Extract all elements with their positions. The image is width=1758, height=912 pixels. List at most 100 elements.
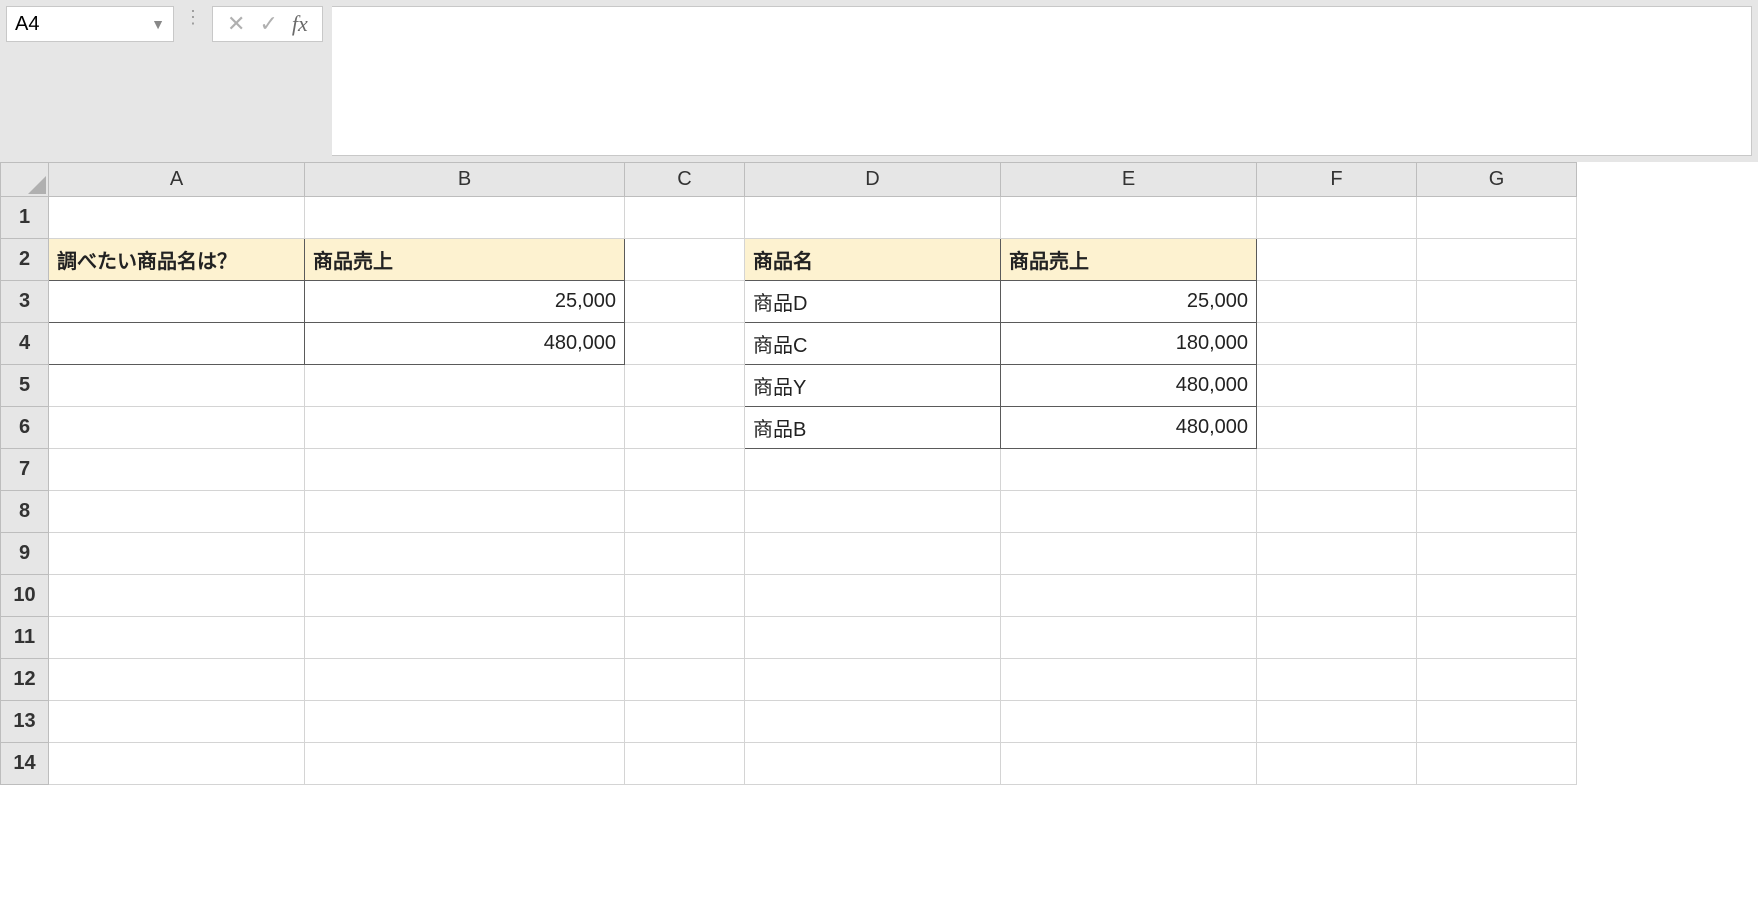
cell-D8[interactable]	[745, 491, 1001, 533]
cell-D9[interactable]	[745, 533, 1001, 575]
cell-B4[interactable]: 480,000	[305, 323, 625, 365]
cell-A6[interactable]	[49, 407, 305, 449]
cell-C4[interactable]	[625, 323, 745, 365]
cell-F3[interactable]	[1257, 281, 1417, 323]
cell-G13[interactable]	[1417, 701, 1577, 743]
fx-icon[interactable]: fx	[292, 11, 308, 37]
col-header-C[interactable]: C	[625, 163, 745, 197]
cell-E2[interactable]: 商品売上	[1001, 239, 1257, 281]
cell-D1[interactable]	[745, 197, 1001, 239]
cell-B2[interactable]: 商品売上	[305, 239, 625, 281]
cell-E11[interactable]	[1001, 617, 1257, 659]
cell-A8[interactable]	[49, 491, 305, 533]
row-header-11[interactable]: 11	[1, 617, 49, 659]
row-header-13[interactable]: 13	[1, 701, 49, 743]
cell-C12[interactable]	[625, 659, 745, 701]
cell-C2[interactable]	[625, 239, 745, 281]
cell-B12[interactable]	[305, 659, 625, 701]
cell-C5[interactable]	[625, 365, 745, 407]
cell-D7[interactable]	[745, 449, 1001, 491]
cell-E6[interactable]: 480,000	[1001, 407, 1257, 449]
cell-G14[interactable]	[1417, 743, 1577, 785]
cell-G3[interactable]	[1417, 281, 1577, 323]
cell-D12[interactable]	[745, 659, 1001, 701]
select-all-corner[interactable]	[1, 163, 49, 197]
cell-F14[interactable]	[1257, 743, 1417, 785]
col-header-G[interactable]: G	[1417, 163, 1577, 197]
row-header-12[interactable]: 12	[1, 659, 49, 701]
row-header-6[interactable]: 6	[1, 407, 49, 449]
cell-A14[interactable]	[49, 743, 305, 785]
cell-C11[interactable]	[625, 617, 745, 659]
cell-F5[interactable]	[1257, 365, 1417, 407]
cell-A9[interactable]	[49, 533, 305, 575]
row-header-2[interactable]: 2	[1, 239, 49, 281]
row-header-3[interactable]: 3	[1, 281, 49, 323]
grid[interactable]: A B C D E F G 1 2	[0, 162, 1577, 785]
cell-D5[interactable]: 商品Y	[745, 365, 1001, 407]
cell-G1[interactable]	[1417, 197, 1577, 239]
cell-G8[interactable]	[1417, 491, 1577, 533]
cell-E13[interactable]	[1001, 701, 1257, 743]
col-header-A[interactable]: A	[49, 163, 305, 197]
cell-A13[interactable]	[49, 701, 305, 743]
name-box-input[interactable]	[15, 13, 165, 36]
cell-E1[interactable]	[1001, 197, 1257, 239]
cell-A1[interactable]	[49, 197, 305, 239]
cell-G6[interactable]	[1417, 407, 1577, 449]
col-header-B[interactable]: B	[305, 163, 625, 197]
cell-F12[interactable]	[1257, 659, 1417, 701]
row-header-8[interactable]: 8	[1, 491, 49, 533]
cell-B3[interactable]: 25,000	[305, 281, 625, 323]
cell-D10[interactable]	[745, 575, 1001, 617]
cell-C9[interactable]	[625, 533, 745, 575]
cell-B14[interactable]	[305, 743, 625, 785]
cell-A3[interactable]	[49, 281, 305, 323]
cell-A11[interactable]	[49, 617, 305, 659]
cell-B11[interactable]	[305, 617, 625, 659]
cell-D2[interactable]: 商品名	[745, 239, 1001, 281]
cell-F7[interactable]	[1257, 449, 1417, 491]
col-header-F[interactable]: F	[1257, 163, 1417, 197]
cell-E5[interactable]: 480,000	[1001, 365, 1257, 407]
cell-B9[interactable]	[305, 533, 625, 575]
cell-E4[interactable]: 180,000	[1001, 323, 1257, 365]
cell-E12[interactable]	[1001, 659, 1257, 701]
cell-C10[interactable]	[625, 575, 745, 617]
cell-A12[interactable]	[49, 659, 305, 701]
cell-B6[interactable]	[305, 407, 625, 449]
cell-B1[interactable]	[305, 197, 625, 239]
cell-F8[interactable]	[1257, 491, 1417, 533]
cell-B13[interactable]	[305, 701, 625, 743]
cell-C14[interactable]	[625, 743, 745, 785]
cell-G5[interactable]	[1417, 365, 1577, 407]
cell-F2[interactable]	[1257, 239, 1417, 281]
name-box[interactable]: ▼	[6, 6, 174, 42]
confirm-icon[interactable]: ✓	[259, 13, 277, 35]
cell-B5[interactable]	[305, 365, 625, 407]
cell-A7[interactable]	[49, 449, 305, 491]
row-header-14[interactable]: 14	[1, 743, 49, 785]
cell-A5[interactable]	[49, 365, 305, 407]
cell-D6[interactable]: 商品B	[745, 407, 1001, 449]
cell-C13[interactable]	[625, 701, 745, 743]
cell-C6[interactable]	[625, 407, 745, 449]
row-header-4[interactable]: 4	[1, 323, 49, 365]
cell-B8[interactable]	[305, 491, 625, 533]
cell-B7[interactable]	[305, 449, 625, 491]
cell-B10[interactable]	[305, 575, 625, 617]
cell-E10[interactable]	[1001, 575, 1257, 617]
cell-E8[interactable]	[1001, 491, 1257, 533]
row-header-7[interactable]: 7	[1, 449, 49, 491]
cell-D4[interactable]: 商品C	[745, 323, 1001, 365]
cell-G9[interactable]	[1417, 533, 1577, 575]
cell-G4[interactable]	[1417, 323, 1577, 365]
cell-F10[interactable]	[1257, 575, 1417, 617]
row-header-9[interactable]: 9	[1, 533, 49, 575]
cell-D11[interactable]	[745, 617, 1001, 659]
row-header-1[interactable]: 1	[1, 197, 49, 239]
cell-C1[interactable]	[625, 197, 745, 239]
cell-F4[interactable]	[1257, 323, 1417, 365]
cell-E14[interactable]	[1001, 743, 1257, 785]
cell-G2[interactable]	[1417, 239, 1577, 281]
